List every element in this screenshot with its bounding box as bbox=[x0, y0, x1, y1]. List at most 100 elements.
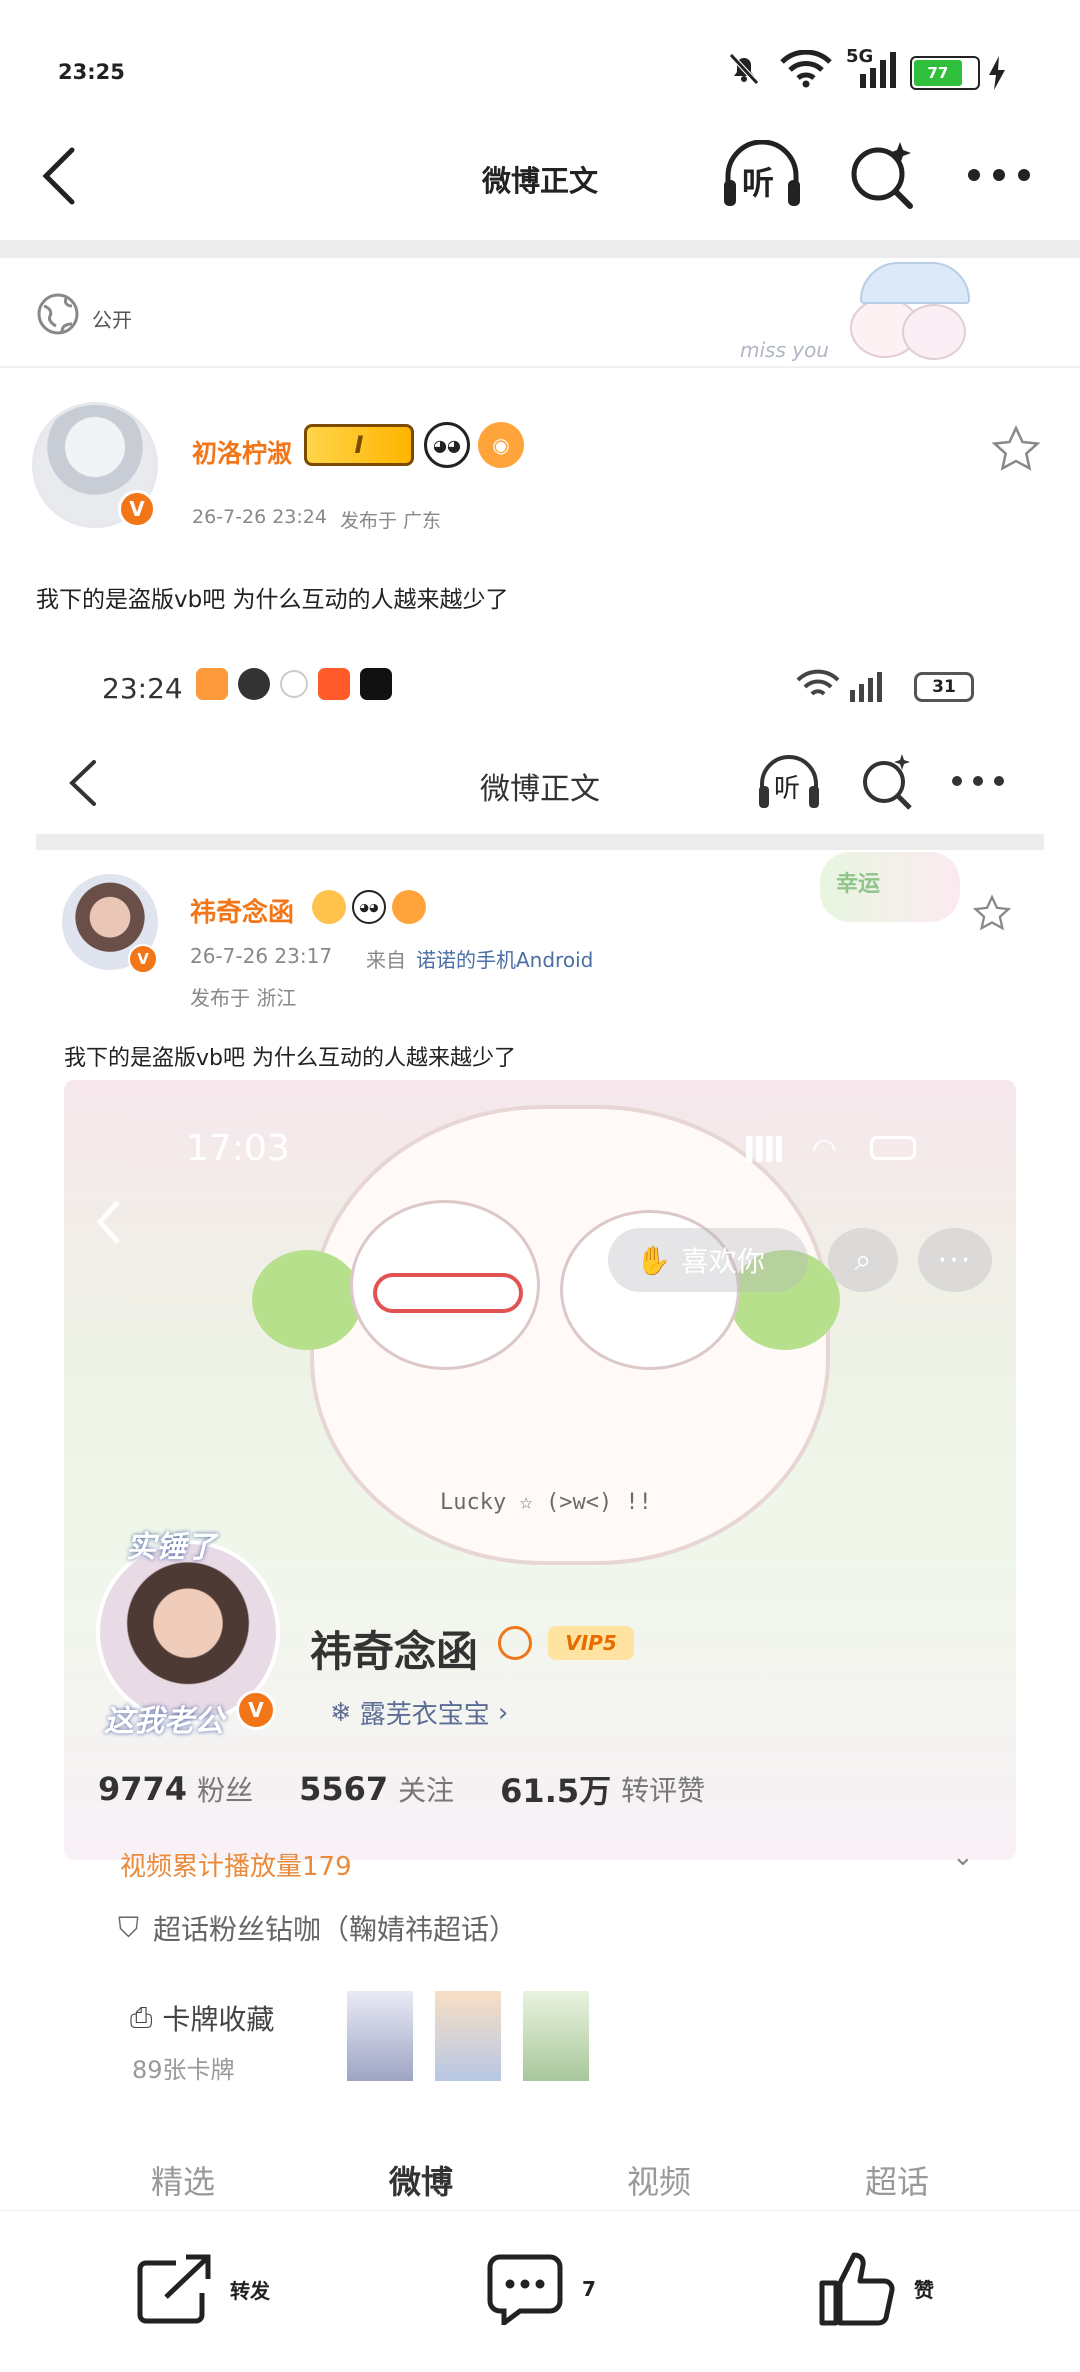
fish-badge-icon: ◉ bbox=[478, 422, 524, 468]
inner-listen-label: 听 bbox=[774, 774, 801, 804]
app-icon-kuaishou bbox=[318, 668, 350, 700]
section-divider bbox=[0, 240, 1080, 258]
listen-label: 听 bbox=[742, 164, 775, 202]
status-time: 23:25 bbox=[58, 60, 125, 84]
battery-indicator: 77 bbox=[910, 56, 980, 90]
comment-button[interactable]: 7 bbox=[486, 2253, 596, 2325]
inner-from-label: 来自 bbox=[366, 948, 406, 972]
privacy-label: 公开 bbox=[92, 308, 132, 332]
inner-app-icons bbox=[196, 668, 392, 700]
post-text: 我下的是盗版vb吧 为什么互动的人越来越少了 bbox=[36, 587, 509, 613]
profile-more-icon: ··· bbox=[918, 1228, 992, 1292]
inner-location: 发布于 浙江 bbox=[190, 986, 297, 1010]
profile-back-icon bbox=[96, 1200, 120, 1244]
stats-row: 9774 粉丝 5567 关注 61.5万 转评赞 bbox=[98, 1766, 705, 1812]
share-button[interactable]: 转发 bbox=[136, 2253, 270, 2325]
share-label: 转发 bbox=[230, 2278, 270, 2303]
inner-sticker-text: 幸运 bbox=[836, 872, 881, 897]
interact-count: 61.5万 bbox=[500, 1772, 612, 1810]
bunny-left bbox=[350, 1200, 540, 1370]
video-plays: 视频累计播放量179 bbox=[120, 1852, 352, 1882]
shield-icon: ⛉ bbox=[118, 1911, 140, 1944]
profile-signal-icon bbox=[746, 1136, 782, 1162]
inner-author-name: 祎奇念函 bbox=[190, 898, 295, 928]
comment-icon bbox=[487, 2254, 563, 2325]
vip-badge: VIP5 bbox=[548, 1626, 634, 1660]
expand-chevron-icon: ⌄ bbox=[952, 1842, 974, 1872]
tab-weibo: 微博 bbox=[388, 2163, 453, 2201]
card-count: 89张卡牌 bbox=[132, 2056, 235, 2084]
listen-button[interactable]: 听 bbox=[720, 139, 804, 210]
fans-label: 粉丝 bbox=[197, 1774, 254, 1807]
card-title: 卡牌收藏 bbox=[162, 2003, 275, 2036]
share-icon bbox=[137, 2254, 211, 2324]
profile-search-icon: ⌕ bbox=[828, 1228, 898, 1292]
inner-post-text: 我下的是盗版vb吧 为什么互动的人越来越少了 bbox=[64, 1046, 516, 1071]
card-thumb-1 bbox=[344, 1988, 416, 2084]
tab-featured: 精选 bbox=[150, 2163, 215, 2201]
inner-wifi-icon bbox=[796, 669, 840, 696]
inner-star-icon bbox=[972, 894, 1012, 931]
inner-verified-badge: V bbox=[128, 944, 158, 974]
inner-badge-row: ◕◕ bbox=[312, 890, 426, 924]
profile-subtitle-row: ❄ 露芜衣宝宝 › bbox=[330, 1694, 508, 1731]
post-timestamp: 26-7-26 23:24 bbox=[192, 506, 327, 528]
bunny-glasses bbox=[373, 1273, 523, 1313]
status-bar: 23:25 5G 77 bbox=[0, 0, 1080, 140]
post-location: 发布于 广东 bbox=[340, 510, 442, 532]
search-sparkle-icon[interactable] bbox=[848, 140, 916, 210]
inner-search-icon bbox=[863, 754, 912, 810]
page-title: 微博正文 bbox=[481, 164, 598, 198]
decor-sticker: miss you bbox=[720, 258, 1000, 376]
like-label: 赞 bbox=[914, 2277, 934, 2302]
thumbs-up-icon bbox=[819, 2252, 895, 2326]
inner-signal-icon bbox=[850, 672, 882, 702]
profile-tag-icon bbox=[498, 1626, 532, 1660]
inner-timestamp: 26-7-26 23:17 bbox=[190, 944, 333, 968]
bunny-sticker-2 bbox=[902, 304, 966, 360]
badge-row: I ◕◕ ◉ bbox=[304, 420, 524, 470]
tab-supertopic: 超话 bbox=[864, 2163, 929, 2201]
profile-wifi-icon: ◠ bbox=[812, 1132, 837, 1165]
profile-tabs: 精选 微博 视频 超话 bbox=[64, 2140, 1016, 2220]
inner-panda-badge-icon: ◕◕ bbox=[352, 890, 386, 924]
follow-count: 5567 bbox=[299, 1770, 389, 1808]
like-button[interactable]: 赞 bbox=[818, 2249, 934, 2327]
avatar-text-top: 实锤了 bbox=[126, 1530, 216, 1565]
author-name[interactable]: 初洛柠淑 bbox=[192, 434, 292, 470]
like-you-button: ✋ 喜欢你 bbox=[608, 1228, 808, 1292]
inner-decor-sticker: 幸运 bbox=[820, 852, 960, 922]
inner-device: 诺诺的手机Android bbox=[416, 948, 594, 972]
thin-divider bbox=[0, 366, 1080, 368]
inner-page-title: 微博正文 bbox=[480, 772, 600, 807]
card-collection: ⎙ 卡牌收藏 89张卡牌 bbox=[100, 1970, 614, 2104]
signal-icon bbox=[860, 52, 896, 88]
profile-battery-icon bbox=[870, 1136, 916, 1160]
panda-badge-icon: ◕◕ bbox=[424, 422, 470, 468]
charging-icon bbox=[989, 56, 1005, 90]
profile-status-time: 17:03 bbox=[186, 1128, 290, 1169]
inner-fish-badge-icon bbox=[392, 890, 426, 924]
like-you-label: 喜欢你 bbox=[680, 1245, 765, 1278]
cloud-text: Lucky ☆ (>w<) !! bbox=[440, 1490, 652, 1515]
inner-status-time: 23:24 bbox=[102, 672, 183, 705]
inner-listen-button: 听 bbox=[756, 754, 822, 810]
fans-count: 9774 bbox=[98, 1770, 188, 1808]
more-dots-icon[interactable] bbox=[966, 166, 1032, 184]
card-title-row: ⎙ 卡牌收藏 bbox=[130, 1998, 274, 2038]
profile-verified-badge: V bbox=[236, 1690, 276, 1730]
verified-badge: V bbox=[118, 490, 156, 528]
app-icon-qq bbox=[238, 668, 270, 700]
card-thumb-3 bbox=[520, 1988, 592, 2084]
inner-more-icon bbox=[952, 776, 1004, 786]
supertopic-row: ⛉ 超话粉丝钻咖（鞠婧祎超话） bbox=[118, 1908, 517, 1948]
card-icon: ⎙ bbox=[130, 2001, 153, 2034]
favorite-star-icon[interactable] bbox=[990, 424, 1042, 476]
interact-label: 转评赞 bbox=[621, 1774, 706, 1807]
snowflake-icon: ❄ bbox=[330, 1697, 352, 1728]
hand-heart-icon: ✋ bbox=[636, 1243, 671, 1277]
app-icon-tiktok bbox=[360, 668, 392, 700]
umbrella-sticker bbox=[860, 262, 970, 304]
level-badge: I bbox=[304, 424, 414, 466]
profile-subtitle: 露芜衣宝宝 bbox=[359, 1700, 490, 1730]
